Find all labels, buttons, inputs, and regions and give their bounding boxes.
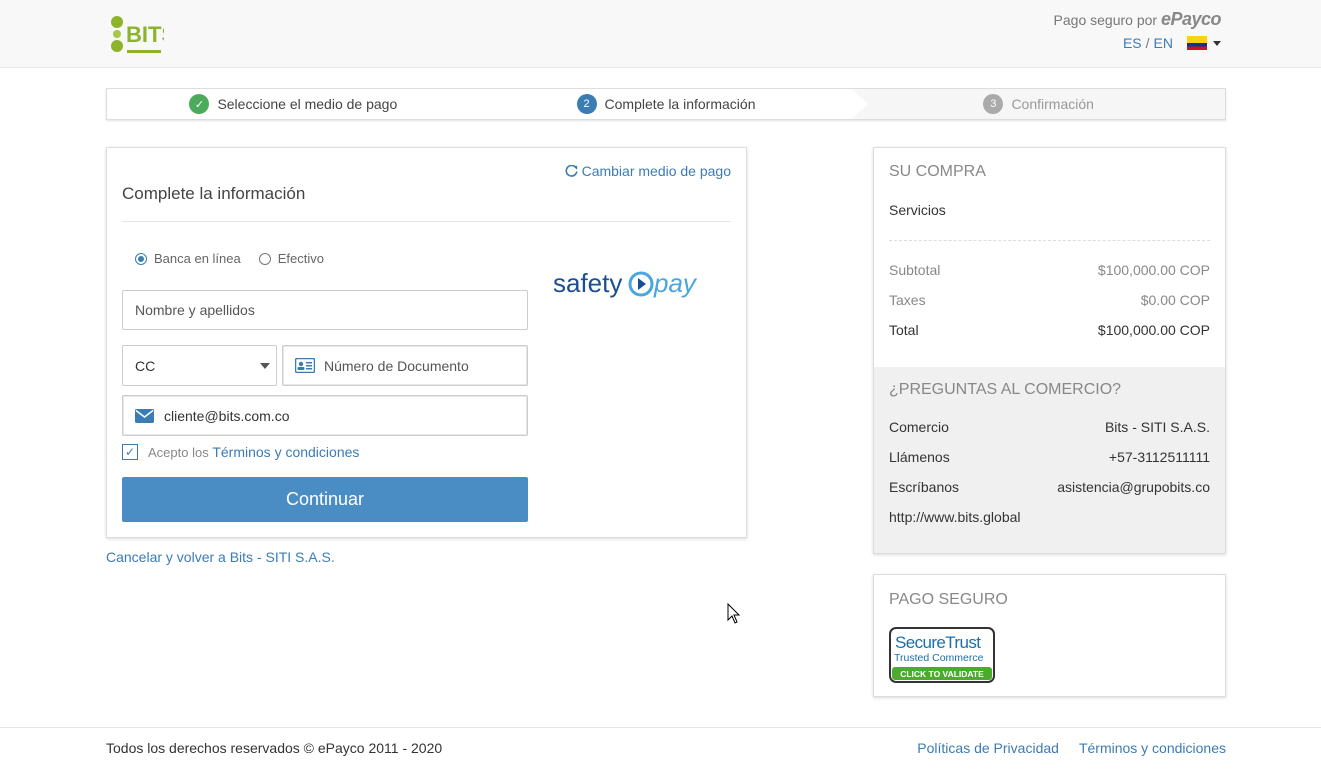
name-placeholder: Nombre y apellidos [135, 302, 255, 318]
merchant-label: Comercio [889, 419, 949, 435]
privacy-link[interactable]: Políticas de Privacidad [917, 740, 1059, 756]
svg-text:safety: safety [553, 268, 622, 298]
radio-label: Banca en línea [154, 251, 241, 266]
secure-text: Pago seguro por [1053, 12, 1158, 28]
svg-text:pay: pay [653, 268, 698, 298]
merchant-value: Bits - SITI S.A.S. [1104, 419, 1210, 435]
chevron-down-icon [260, 362, 270, 369]
header: BITS Pago seguro por ePayco ES / EN [0, 0, 1321, 68]
email-input[interactable]: cliente@bits.com.co [122, 395, 528, 436]
svg-text:CLICK TO VALIDATE: CLICK TO VALIDATE [900, 669, 984, 679]
questions-heading: ¿PREGUNTAS AL COMERCIO? [889, 381, 1122, 398]
radio-selected-icon[interactable] [135, 252, 147, 265]
terms-prefix: Acepto los [148, 445, 209, 460]
lang-separator: / [1145, 35, 1150, 51]
radio-cash[interactable]: Efectivo [258, 251, 324, 266]
phone-label: Llámenos [889, 449, 950, 465]
terms-row: ✓ Acepto los Términos y condiciones [122, 444, 359, 460]
taxes-label: Taxes [889, 292, 926, 308]
subtotal-row: Subtotal $100,000.00 COP [889, 262, 1210, 278]
total-row: Total $100,000.00 COP [889, 322, 1210, 338]
refresh-icon [565, 164, 578, 177]
radio-label: Efectivo [277, 251, 324, 266]
step-number: 2 [576, 94, 597, 114]
step-number: 3 [983, 94, 1004, 114]
secure-heading: PAGO SEGURO [889, 591, 1008, 608]
purchase-item: Servicios [889, 202, 946, 218]
svg-text:SecureTrust: SecureTrust [895, 633, 981, 652]
flag-colombia-icon[interactable] [1187, 36, 1207, 50]
total-label: Total [889, 322, 919, 338]
epayco-brand: ePayco [1160, 9, 1222, 29]
email-label: Escríbanos [889, 479, 960, 495]
doc-type-value: CC [135, 357, 156, 374]
taxes-row: Taxes $0.00 COP [889, 292, 1210, 308]
form-title: Complete la información [122, 184, 306, 203]
step-label: Complete la información [604, 96, 756, 112]
footer-terms-link[interactable]: Términos y condiciones [1079, 740, 1226, 756]
checkout-steps: ✓ Seleccione el medio de pago 2 Complete… [106, 88, 1226, 120]
change-link-label: Cambiar medio de pago [581, 163, 731, 179]
payment-form-card: Cambiar medio de pago Complete la inform… [106, 147, 747, 538]
step-label: Confirmación [1011, 96, 1094, 112]
language-switch: ES / EN [1123, 35, 1221, 51]
radio-online-banking[interactable]: Banca en línea [135, 251, 241, 266]
footer-links: Políticas de Privacidad Términos y condi… [917, 740, 1226, 756]
chevron-down-icon[interactable] [1213, 40, 1221, 46]
safetypay-logo: safety pay [553, 268, 698, 298]
divider [889, 240, 1210, 241]
checkbox-icon[interactable]: ✓ [122, 444, 138, 460]
step-label: Seleccione el medio de pago [217, 96, 398, 112]
purchase-summary-card: SU COMPRA Servicios Subtotal $100,000.00… [873, 147, 1226, 554]
securetrust-badge[interactable]: SecureTrust Trusted Commerce CLICK TO VA… [889, 627, 995, 683]
taxes-value: $0.00 COP [1140, 292, 1210, 308]
website-value: http://www.bits.global [889, 509, 1021, 525]
summary-heading: SU COMPRA [889, 163, 986, 180]
check-icon: ✓ [189, 94, 210, 114]
name-input[interactable]: Nombre y apellidos [122, 290, 528, 330]
cancel-and-return-link[interactable]: Cancelar y volver a Bits - SITI S.A.S. [106, 549, 335, 565]
phone-row: Llámenos +57-3112511111 [889, 449, 1210, 465]
subtotal-label: Subtotal [889, 262, 941, 278]
continue-button[interactable]: Continuar [122, 477, 528, 522]
cursor-icon [727, 603, 741, 624]
website-row: http://www.bits.global [889, 509, 1210, 525]
doc-number-placeholder: Número de Documento [324, 357, 469, 374]
id-card-icon [295, 358, 315, 373]
document-type-select[interactable]: CC [122, 345, 277, 386]
radio-unselected-icon[interactable] [258, 252, 271, 265]
document-number-input[interactable]: Número de Documento [282, 345, 528, 386]
svg-text:Trusted Commerce: Trusted Commerce [894, 652, 984, 664]
step-select-method[interactable]: ✓ Seleccione el medio de pago [107, 89, 480, 119]
email-value: cliente@bits.com.co [164, 407, 290, 424]
terms-link[interactable]: Términos y condiciones [212, 444, 359, 460]
total-value: $100,000.00 COP [1097, 322, 1210, 338]
step-confirmation: 3 Confirmación [852, 89, 1226, 119]
copyright: Todos los derechos reservados © ePayco 2… [106, 740, 443, 756]
email-value: asistencia@grupobits.co [1057, 479, 1210, 495]
bits-logo[interactable]: BITS [108, 8, 164, 60]
lang-en-link[interactable]: EN [1154, 35, 1173, 51]
merchant-row: Comercio Bits - SITI S.A.S. [889, 419, 1210, 435]
merchant-questions: ¿PREGUNTAS AL COMERCIO? Comercio Bits - … [874, 367, 1225, 553]
subtotal-value: $100,000.00 COP [1097, 262, 1210, 278]
lang-es-link[interactable]: ES [1123, 35, 1142, 51]
secure-payment-card: PAGO SEGURO SecureTrust Trusted Commerce… [873, 574, 1226, 697]
payment-type-radios: Banca en línea Efectivo [135, 251, 324, 266]
svg-text:BITS: BITS [126, 22, 164, 47]
step-complete-info: 2 Complete la información [480, 89, 869, 119]
email-row: Escríbanos asistencia@grupobits.co [889, 479, 1210, 495]
change-payment-method-link[interactable]: Cambiar medio de pago [565, 163, 731, 179]
envelope-icon [135, 408, 154, 423]
footer: Todos los derechos reservados © ePayco 2… [0, 727, 1321, 775]
divider [122, 221, 731, 222]
phone-value: +57-3112511111 [1108, 449, 1210, 465]
secure-payment-label: Pago seguro por ePayco [1053, 9, 1222, 30]
